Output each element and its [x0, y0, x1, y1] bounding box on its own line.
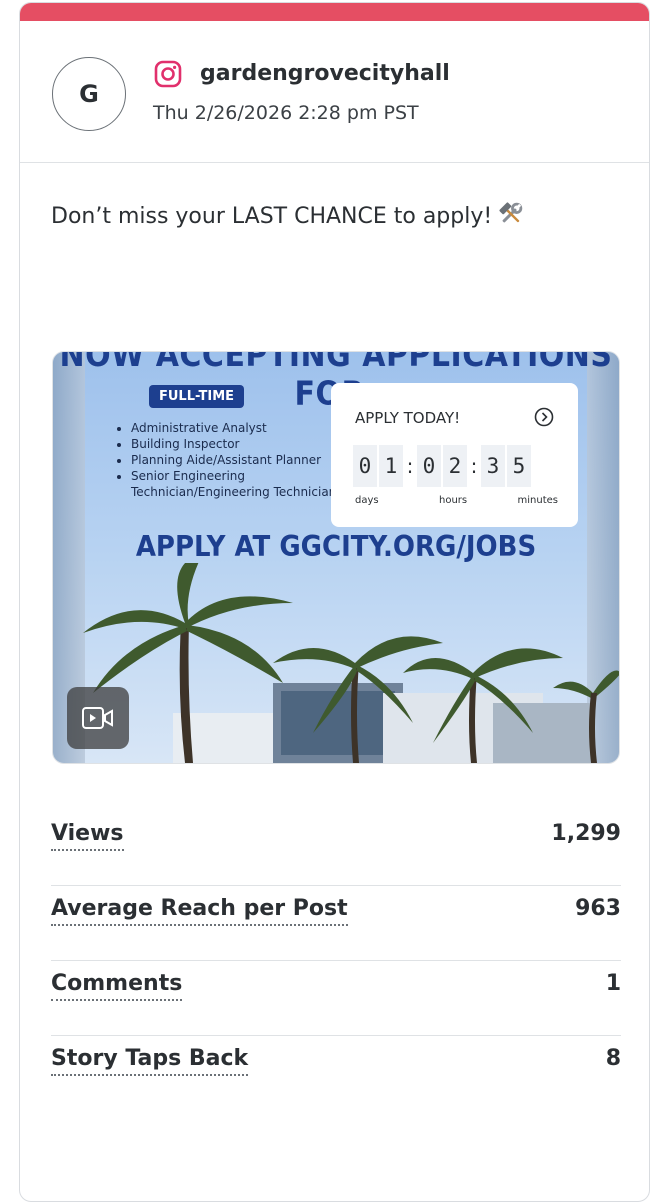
stat-value: 8: [605, 1046, 621, 1071]
job-item: Planning Aide/Assistant Planner: [131, 452, 351, 468]
stat-label[interactable]: Views: [51, 819, 124, 851]
account-name[interactable]: gardengrovecityhall: [200, 59, 450, 89]
post-timestamp: Thu 2/26/2026 2:28 pm PST: [153, 102, 419, 124]
countdown-digit: 0: [353, 445, 377, 487]
stat-value: 963: [575, 896, 621, 921]
countdown-unit-days: days: [355, 495, 379, 506]
countdown-unit-hours: hours: [439, 495, 468, 506]
avatar[interactable]: G: [52, 57, 126, 131]
post-media[interactable]: NOW ACCEPTING APPLICATIONS FOR: FULL-TIM…: [52, 351, 620, 764]
stat-label[interactable]: Average Reach per Post: [51, 894, 348, 926]
countdown-unit-minutes: minutes: [517, 495, 558, 506]
job-item: Building Inspector: [131, 436, 351, 452]
post-card: G gardengrovecityhall Thu 2/26/2026 2:28…: [19, 2, 650, 1202]
stat-value: 1,299: [551, 821, 621, 846]
full-time-badge: FULL-TIME: [149, 385, 245, 408]
hammer-and-wrench-icon: [499, 202, 523, 223]
countdown-separator: :: [470, 454, 478, 478]
job-item: Administrative Analyst: [131, 420, 351, 436]
job-list: Administrative Analyst Building Inspecto…: [117, 420, 351, 500]
countdown-separator: :: [406, 454, 414, 478]
stat-label[interactable]: Comments: [51, 969, 183, 1001]
video-type-badge: [67, 687, 129, 749]
video-icon: [82, 707, 113, 729]
post-header: G gardengrovecityhall Thu 2/26/2026 2:28…: [20, 21, 649, 163]
caption-text: Don’t miss your LAST CHANCE to apply!: [51, 204, 493, 229]
countdown-digit: 5: [507, 445, 531, 487]
countdown-digit: 1: [379, 445, 403, 487]
countdown-digit: 0: [417, 445, 441, 487]
instagram-icon: [154, 60, 182, 88]
countdown-widget: APPLY TODAY! 0 1 : 0 2 : 3 5 days hours …: [331, 383, 578, 527]
post-stats: Views 1,299 Average Reach per Post 963 C…: [51, 811, 621, 1110]
stat-row-story-taps-back: Story Taps Back 8: [51, 1036, 621, 1110]
countdown-digit: 3: [481, 445, 505, 487]
stat-row-views: Views 1,299: [51, 811, 621, 886]
countdown-digits: 0 1 : 0 2 : 3 5: [353, 445, 531, 487]
card-accent-bar: [20, 3, 649, 21]
stat-label[interactable]: Story Taps Back: [51, 1044, 249, 1076]
stat-row-average-reach: Average Reach per Post 963: [51, 886, 621, 961]
countdown-digit: 2: [443, 445, 467, 487]
job-item: Senior Engineering Technician/Engineerin…: [131, 468, 351, 500]
countdown-units: days hours minutes: [355, 495, 558, 506]
stat-value: 1: [605, 971, 621, 996]
palm-trees-image: [83, 563, 619, 763]
post-caption: Don’t miss your LAST CHANCE to apply!: [51, 201, 524, 232]
arrow-right-circle-icon: [534, 407, 554, 427]
countdown-title: APPLY TODAY!: [355, 409, 461, 427]
stat-row-comments: Comments 1: [51, 961, 621, 1036]
apply-url-text: APPLY AT GGCITY.ORG/JOBS: [135, 530, 537, 564]
